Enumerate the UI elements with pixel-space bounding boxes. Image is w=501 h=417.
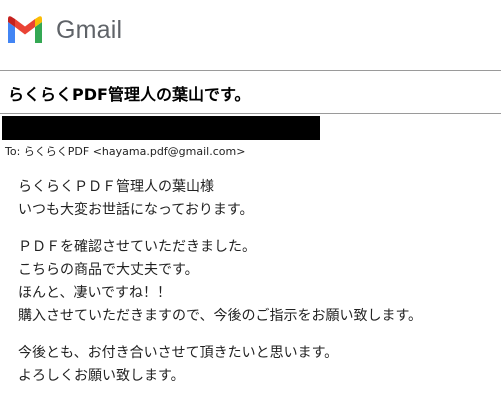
- recipient-line: To: らくらくPDF <hayama.pdf@gmail.com>: [5, 145, 246, 158]
- email-body: らくらくＰＤＦ管理人の葉山様 いつも大変お世話になっております。 ＰＤＦを確認さ…: [18, 176, 498, 388]
- body-line: 購入させていただきますので、今後のご指示をお願い致します。: [18, 308, 423, 324]
- body-line: 今後とも、お付き合いさせて頂きたいと思います。: [18, 345, 339, 361]
- body-line: よろしくお願い致します。: [18, 368, 185, 384]
- gmail-m-logo-icon: [8, 16, 42, 43]
- paragraph: ＰＤＦを確認させていただきました。 こちらの商品で大丈夫です。 ほんと、凄いです…: [18, 236, 498, 328]
- divider: [0, 113, 501, 114]
- body-line: ほんと、凄いですね！！: [18, 285, 172, 301]
- body-line: らくらくＰＤＦ管理人の葉山様: [18, 179, 214, 195]
- divider: [0, 70, 501, 71]
- email-subject: らくらくPDF管理人の葉山です。: [8, 85, 251, 104]
- gmail-header: Gmail: [6, 10, 122, 50]
- body-line: いつも大変お世話になっております。: [18, 202, 254, 218]
- body-line: こちらの商品で大丈夫です。: [18, 262, 199, 278]
- gmail-wordmark: Gmail: [56, 15, 123, 44]
- paragraph: 今後とも、お付き合いさせて頂きたいと思います。 よろしくお願い致します。: [18, 342, 498, 388]
- redacted-sender-block: [2, 116, 320, 140]
- paragraph: らくらくＰＤＦ管理人の葉山様 いつも大変お世話になっております。: [18, 176, 498, 222]
- body-line: ＰＤＦを確認させていただきました。: [18, 239, 256, 255]
